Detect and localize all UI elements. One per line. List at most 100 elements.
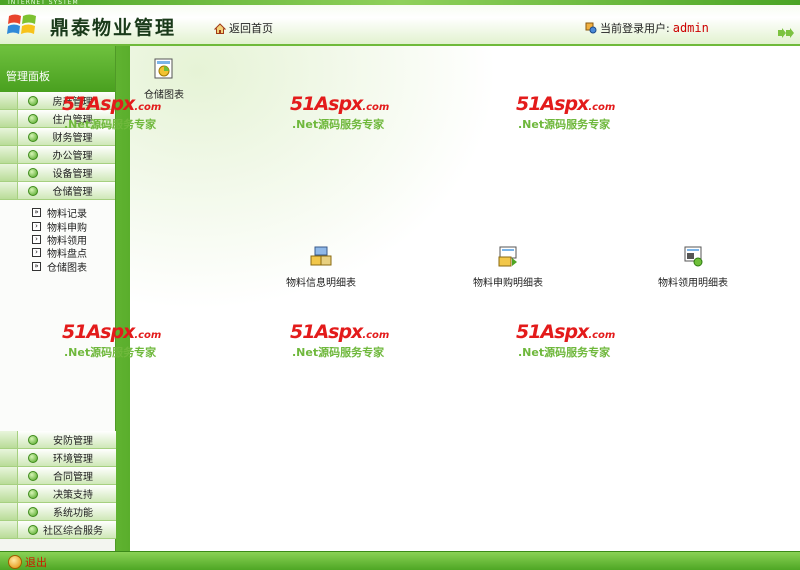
watermark-tagline: .Net源码服务专家 [292, 118, 385, 131]
bullet-icon [28, 186, 38, 196]
bullet-icon [28, 150, 38, 160]
watermark-domain: .com [588, 102, 616, 113]
watermark-tagline: .Net源码服务专家 [518, 346, 611, 359]
sidebar-item-contracts[interactable]: 合同管理 [0, 467, 116, 485]
boxes-icon [310, 246, 332, 266]
header-bar: INTERNET SYSTEM 鼎泰物业管理 返回首页 当前登录用户: admi… [0, 0, 800, 46]
watermark: 51Aspx.com .Net源码服务专家 [290, 94, 389, 132]
menu-label: 合同管理 [53, 472, 93, 483]
submenu-item[interactable]: » 仓储图表 [32, 260, 115, 274]
expand-box-icon: » [32, 208, 41, 218]
bullet-icon [28, 435, 38, 445]
submenu-item[interactable]: › 物料申购 [32, 219, 115, 234]
app-title: 鼎泰物业管理 [50, 17, 177, 39]
home-link[interactable]: 返回首页 [214, 20, 273, 36]
watermark: 51Aspx.com .Net源码服务专家 [290, 322, 389, 360]
chart-document-icon [154, 58, 173, 79]
watermark-brand: 51Aspx [62, 93, 135, 115]
tile-material-use-report[interactable]: 物料领用明细表 [658, 246, 728, 289]
menu-label: 环境管理 [53, 454, 93, 465]
menu-label: 办公管理 [52, 151, 93, 162]
menu-tab [0, 449, 18, 466]
menu-tab [0, 92, 18, 109]
sidebar-item-community[interactable]: 社区综合服务 [0, 521, 116, 539]
bullet-icon [28, 453, 38, 463]
watermark-brand: 51Aspx [516, 321, 589, 343]
watermark-brand: 51Aspx [290, 93, 363, 115]
tile-label: 物料申购明细表 [473, 278, 543, 289]
menu-label: 决策支持 [53, 490, 93, 501]
menu-tab [0, 146, 18, 163]
watermark-brand: 51Aspx [516, 93, 589, 115]
watermark-domain: .com [134, 102, 162, 113]
tile-material-purchase-report[interactable]: 物料申购明细表 [473, 246, 543, 289]
watermark-tagline: .Net源码服务专家 [64, 118, 157, 131]
arrow-box-icon: › [32, 221, 41, 231]
submenu-label: 仓储图表 [47, 262, 87, 274]
tile-label: 物料领用明细表 [658, 278, 728, 289]
main-content: 仓储图表 物料信息明细表 物料申购明细表 物料领用明细表 [130, 46, 800, 551]
menu-tab [0, 164, 18, 181]
header-topline [0, 0, 800, 5]
watermark-tagline: .Net源码服务专家 [64, 346, 157, 359]
bullet-icon [28, 168, 38, 178]
tile-material-info-report[interactable]: 物料信息明细表 [286, 246, 356, 289]
menu-tab [0, 182, 18, 199]
expand-box-icon: » [32, 261, 41, 271]
watermark: 51Aspx.com .Net源码服务专家 [62, 322, 161, 360]
use-document-icon [684, 246, 703, 267]
power-icon [8, 555, 22, 569]
sidebar-item-warehouse[interactable]: 仓储管理 [0, 182, 115, 200]
submenu-item[interactable]: › 物料领用 [32, 233, 115, 247]
watermark-brand: 51Aspx [62, 321, 135, 343]
panel-title: 管理面板 [0, 46, 115, 92]
bullet-icon [28, 507, 38, 517]
watermark: 51Aspx.com .Net源码服务专家 [516, 322, 615, 360]
bullet-icon [28, 471, 38, 481]
watermark-domain: .com [588, 330, 616, 341]
bullet-icon [28, 525, 38, 535]
menu-tab [0, 521, 18, 538]
sidebar-item-decision[interactable]: 决策支持 [0, 485, 116, 503]
sidebar-item-office[interactable]: 办公管理 [0, 146, 115, 164]
header-subtitle: INTERNET SYSTEM [8, 0, 79, 6]
exit-button[interactable]: 退出 [8, 554, 47, 570]
home-link-label: 返回首页 [229, 22, 273, 35]
username: admin [672, 21, 709, 35]
bullet-icon [28, 489, 38, 499]
menu-label: 设备管理 [52, 169, 93, 180]
scroll-arrows-icon[interactable] [778, 28, 794, 38]
watermark-domain: .com [362, 102, 390, 113]
watermark-domain: .com [134, 330, 162, 341]
menu-tab [0, 485, 18, 502]
purchase-box-icon [498, 246, 517, 267]
sidebar-item-system[interactable]: 系统功能 [0, 503, 116, 521]
menu-label: 安防管理 [53, 436, 93, 447]
tile-label: 物料信息明细表 [286, 278, 356, 289]
user-icon [585, 22, 597, 34]
bullet-icon [28, 96, 38, 106]
menu-tab [0, 503, 18, 520]
sidebar-item-environment[interactable]: 环境管理 [0, 449, 116, 467]
sidebar-bottom-menu: 安防管理 环境管理 合同管理 决策支持 系统功能 社区综合服务 [0, 431, 116, 539]
watermark-domain: .com [362, 330, 390, 341]
menu-tab [0, 110, 18, 127]
bullet-icon [28, 114, 38, 124]
exit-label: 退出 [25, 556, 47, 569]
sidebar-item-security[interactable]: 安防管理 [0, 431, 116, 449]
arrow-box-icon: › [32, 234, 41, 244]
menu-label: 社区综合服务 [43, 526, 103, 537]
user-label: 当前登录用户: [600, 22, 670, 35]
submenu-item[interactable]: › 物料盘点 [32, 246, 115, 260]
menu-label: 仓储管理 [52, 187, 93, 198]
watermark-brand: 51Aspx [290, 321, 363, 343]
arrow-box-icon: › [32, 248, 41, 258]
bullet-icon [28, 132, 38, 142]
home-icon [214, 22, 226, 34]
watermark-tagline: .Net源码服务专家 [292, 346, 385, 359]
menu-label: 系统功能 [53, 508, 93, 519]
watermark-tagline: .Net源码服务专家 [518, 118, 611, 131]
submenu-item[interactable]: » 物料记录 [32, 206, 115, 220]
menu-tab [0, 431, 18, 448]
sidebar-item-equipment[interactable]: 设备管理 [0, 164, 115, 182]
